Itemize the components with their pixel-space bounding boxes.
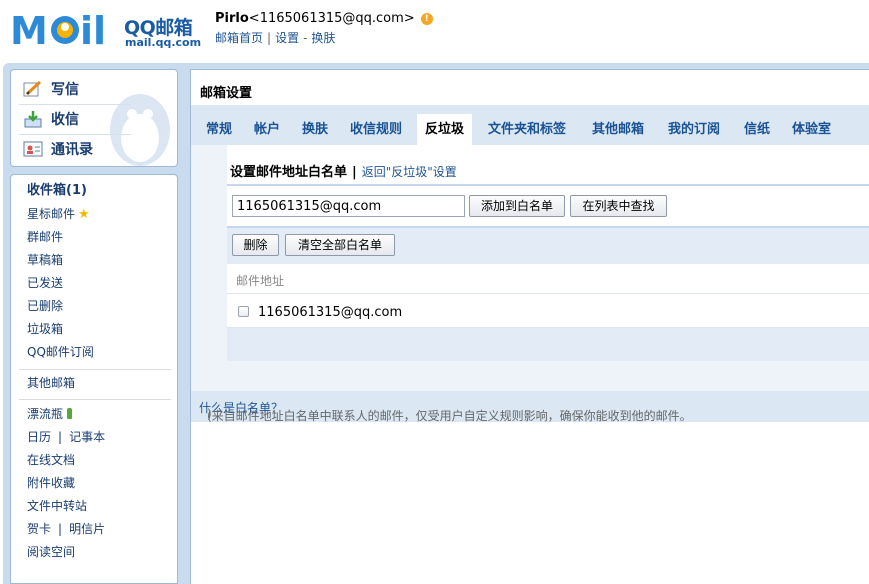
calendar-link[interactable]: 日历 xyxy=(27,430,51,444)
add-to-whitelist-button[interactable]: 添加到白名单 xyxy=(469,195,565,217)
tab-subscriptions[interactable]: 我的订阅 xyxy=(660,114,728,145)
tab-account[interactable]: 帐户 xyxy=(246,114,288,145)
separator: | xyxy=(58,522,63,536)
user-name[interactable]: Pirlo xyxy=(215,11,249,26)
receive-icon xyxy=(24,111,42,128)
divider xyxy=(19,134,131,135)
column-email-address: 邮件地址 xyxy=(236,274,285,288)
note-text-wrap: (来自邮件地址白名单中联系人的邮件，仅受用户自定义规则影响，确保你能收到他的邮件… xyxy=(199,399,692,423)
settings-link[interactable]: 设置 xyxy=(275,31,299,45)
folder-group[interactable]: 群邮件 xyxy=(27,228,63,246)
folder-drafts[interactable]: 草稿箱 xyxy=(27,251,63,269)
greeting-card-link[interactable]: 贺卡 xyxy=(27,522,51,536)
separator: | xyxy=(267,31,272,45)
row-checkbox[interactable] xyxy=(238,306,249,317)
bottle-icon xyxy=(67,408,73,419)
write-icon xyxy=(23,80,42,97)
tab-folders-labels[interactable]: 文件夹和标签 xyxy=(480,114,574,145)
cards-row: 贺卡 | 明信片 xyxy=(27,520,105,538)
settings-panel: 邮箱设置 常规 帐户 换肤 收信规则 反垃圾 文件夹和标签 其他邮箱 我的订阅 … xyxy=(190,69,869,584)
list-footer xyxy=(227,328,869,361)
logo[interactable]: M il QQ邮箱 mail.qq.com xyxy=(10,8,202,50)
contacts-button[interactable]: 通讯录 xyxy=(23,136,93,162)
folder-list: 收件箱(1) 星标邮件 ★ 群邮件 草稿箱 已发送 已删除 垃圾箱 QQ邮件订阅 … xyxy=(10,174,178,584)
whitelist-note: (来自邮件地址白名单中联系人的邮件，仅受用户自定义规则影响，确保你能收到他的邮件… xyxy=(191,391,869,423)
divider xyxy=(19,104,131,105)
delete-button[interactable]: 删除 xyxy=(232,234,279,256)
notes-link[interactable]: 记事本 xyxy=(69,430,105,444)
mail-home-link[interactable]: 邮箱首页 xyxy=(215,31,263,45)
list-toolbar: 删除 清空全部白名单 xyxy=(227,226,869,264)
reading-space-link[interactable]: 阅读空间 xyxy=(27,543,75,561)
section-heading: 设置邮件地址白名单 | 返回"反垃圾"设置 xyxy=(230,161,457,180)
folder-inbox[interactable]: 收件箱(1) xyxy=(27,182,87,200)
divider xyxy=(19,399,171,400)
tab-other-mailboxes[interactable]: 其他邮箱 xyxy=(584,114,652,145)
user-email: <1165061315@qq.com> xyxy=(248,11,415,26)
tab-skin[interactable]: 换肤 xyxy=(294,114,336,145)
receive-button[interactable]: 收信 xyxy=(23,106,79,132)
find-in-list-button[interactable]: 在列表中查找 xyxy=(570,195,667,217)
separator: | xyxy=(352,165,357,180)
folder-subscriptions[interactable]: QQ邮件订阅 xyxy=(27,343,94,361)
attachments-link[interactable]: 附件收藏 xyxy=(27,474,75,492)
top-links: 邮箱首页 | 设置 - 换肤 xyxy=(215,29,335,46)
separator: - xyxy=(303,31,308,45)
penguin-watermark-icon xyxy=(110,94,170,166)
svg-text:il: il xyxy=(80,9,106,50)
back-link[interactable]: 返回"反垃圾"设置 xyxy=(362,165,457,179)
user-info: Pirlo<1165061315@qq.com>! xyxy=(215,11,433,26)
folder-starred-label: 星标邮件 xyxy=(27,207,76,221)
compose-button[interactable]: 写信 xyxy=(23,76,79,102)
contacts-label: 通讯录 xyxy=(51,142,93,158)
table-row: 1165061315@qq.com xyxy=(227,295,869,328)
folder-spam[interactable]: 垃圾箱 xyxy=(27,320,63,338)
postcard-link[interactable]: 明信片 xyxy=(69,522,105,536)
contacts-icon xyxy=(23,141,43,157)
compose-label: 写信 xyxy=(51,82,79,98)
tab-stationery[interactable]: 信纸 xyxy=(736,114,778,145)
logo-domain: mail.qq.com xyxy=(125,36,202,49)
calendar-notes-row: 日历 | 记事本 xyxy=(27,428,105,446)
clear-whitelist-button[interactable]: 清空全部白名单 xyxy=(285,234,395,256)
svg-text:M: M xyxy=(10,9,48,50)
folder-sent[interactable]: 已发送 xyxy=(27,274,63,292)
divider xyxy=(227,184,869,186)
receive-label: 收信 xyxy=(51,112,79,128)
page-title: 邮箱设置 xyxy=(200,86,253,101)
row-email: 1165061315@qq.com xyxy=(258,305,403,320)
quick-actions: 写信 收信 通讯录 xyxy=(10,69,178,167)
skin-link[interactable]: 换肤 xyxy=(311,31,335,45)
separator: | xyxy=(58,430,63,444)
email-address-input[interactable] xyxy=(232,195,465,217)
moil-logo-icon: M il xyxy=(10,9,106,50)
folder-starred[interactable]: 星标邮件 ★ xyxy=(27,205,90,223)
warning-icon[interactable]: ! xyxy=(420,13,433,25)
table-header: 邮件地址 xyxy=(227,264,869,294)
folder-other-mailboxes[interactable]: 其他邮箱 xyxy=(27,374,75,392)
note-close: ) xyxy=(207,407,212,421)
online-docs-link[interactable]: 在线文档 xyxy=(27,451,75,469)
tab-lab[interactable]: 体验室 xyxy=(784,114,839,145)
tab-filter-rules[interactable]: 收信规则 xyxy=(342,114,410,145)
top-header: M il QQ邮箱 mail.qq.com Pirlo<1165061315@q… xyxy=(0,0,869,62)
folder-deleted[interactable]: 已删除 xyxy=(27,297,63,315)
file-transfer-link[interactable]: 文件中转站 xyxy=(27,497,87,515)
drift-bottle-label: 漂流瓶 xyxy=(27,407,64,421)
star-icon: ★ xyxy=(78,207,90,222)
tab-anti-spam[interactable]: 反垃圾 xyxy=(417,114,473,145)
tab-general[interactable]: 常规 xyxy=(198,114,240,145)
divider xyxy=(19,369,171,370)
section-title: 设置邮件地址白名单 xyxy=(230,165,348,180)
note-text: (来自邮件地址白名单中联系人的邮件，仅受用户自定义规则影响，确保你能收到他的邮件… xyxy=(207,409,692,423)
drift-bottle-link[interactable]: 漂流瓶 xyxy=(27,405,73,423)
settings-tabs: 常规 帐户 换肤 收信规则 反垃圾 文件夹和标签 其他邮箱 我的订阅 信纸 体验… xyxy=(191,105,869,145)
